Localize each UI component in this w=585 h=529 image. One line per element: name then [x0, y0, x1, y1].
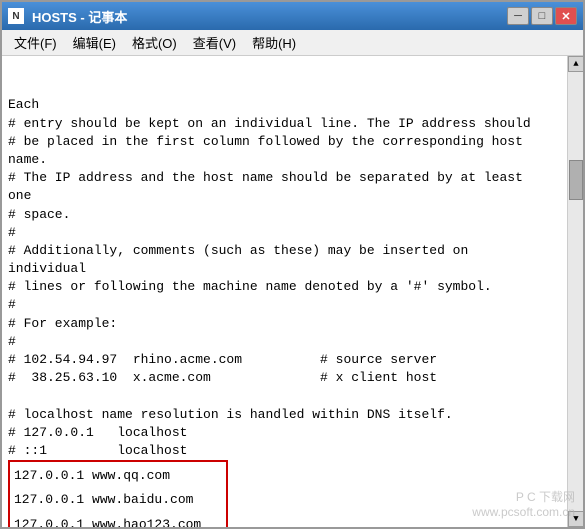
scroll-thumb[interactable] — [569, 160, 583, 200]
menu-format[interactable]: 格式(O) — [124, 31, 185, 54]
menu-edit[interactable]: 编辑(E) — [65, 31, 124, 54]
scroll-down-button[interactable]: ▼ — [568, 511, 583, 527]
minimize-button[interactable]: ─ — [507, 7, 529, 25]
main-window: N HOSTS - 记事本 ─ □ ✕ 文件(F) 编辑(E) 格式(O) 查看… — [0, 0, 585, 529]
scroll-track[interactable] — [568, 72, 583, 511]
hosts-entry-0: 127.0.0.1 www.qq.com — [10, 464, 226, 488]
text-editor[interactable]: Each # entry should be kept on an indivi… — [2, 56, 567, 527]
vertical-scrollbar[interactable]: ▲ ▼ — [567, 56, 583, 527]
hosts-entry-1: 127.0.0.1 www.baidu.com — [10, 488, 226, 512]
content-area: Each # entry should be kept on an indivi… — [2, 56, 583, 527]
hosts-entry-2: 127.0.0.1 www.hao123.com — [10, 513, 226, 528]
maximize-button[interactable]: □ — [531, 7, 553, 25]
app-icon: N — [8, 8, 24, 24]
normal-content: Each # entry should be kept on an indivi… — [8, 96, 561, 460]
menu-file[interactable]: 文件(F) — [6, 31, 65, 54]
scroll-up-button[interactable]: ▲ — [568, 56, 583, 72]
close-button[interactable]: ✕ — [555, 7, 577, 25]
menu-help[interactable]: 帮助(H) — [244, 31, 304, 54]
title-bar-text: N HOSTS - 记事本 — [8, 7, 127, 26]
highlighted-entries-box: 127.0.0.1 www.qq.com127.0.0.1 www.baidu.… — [8, 460, 228, 527]
title-bar: N HOSTS - 记事本 ─ □ ✕ — [2, 2, 583, 30]
menu-view[interactable]: 查看(V) — [185, 31, 244, 54]
window-controls: ─ □ ✕ — [507, 7, 577, 25]
menu-bar: 文件(F) 编辑(E) 格式(O) 查看(V) 帮助(H) — [2, 30, 583, 56]
